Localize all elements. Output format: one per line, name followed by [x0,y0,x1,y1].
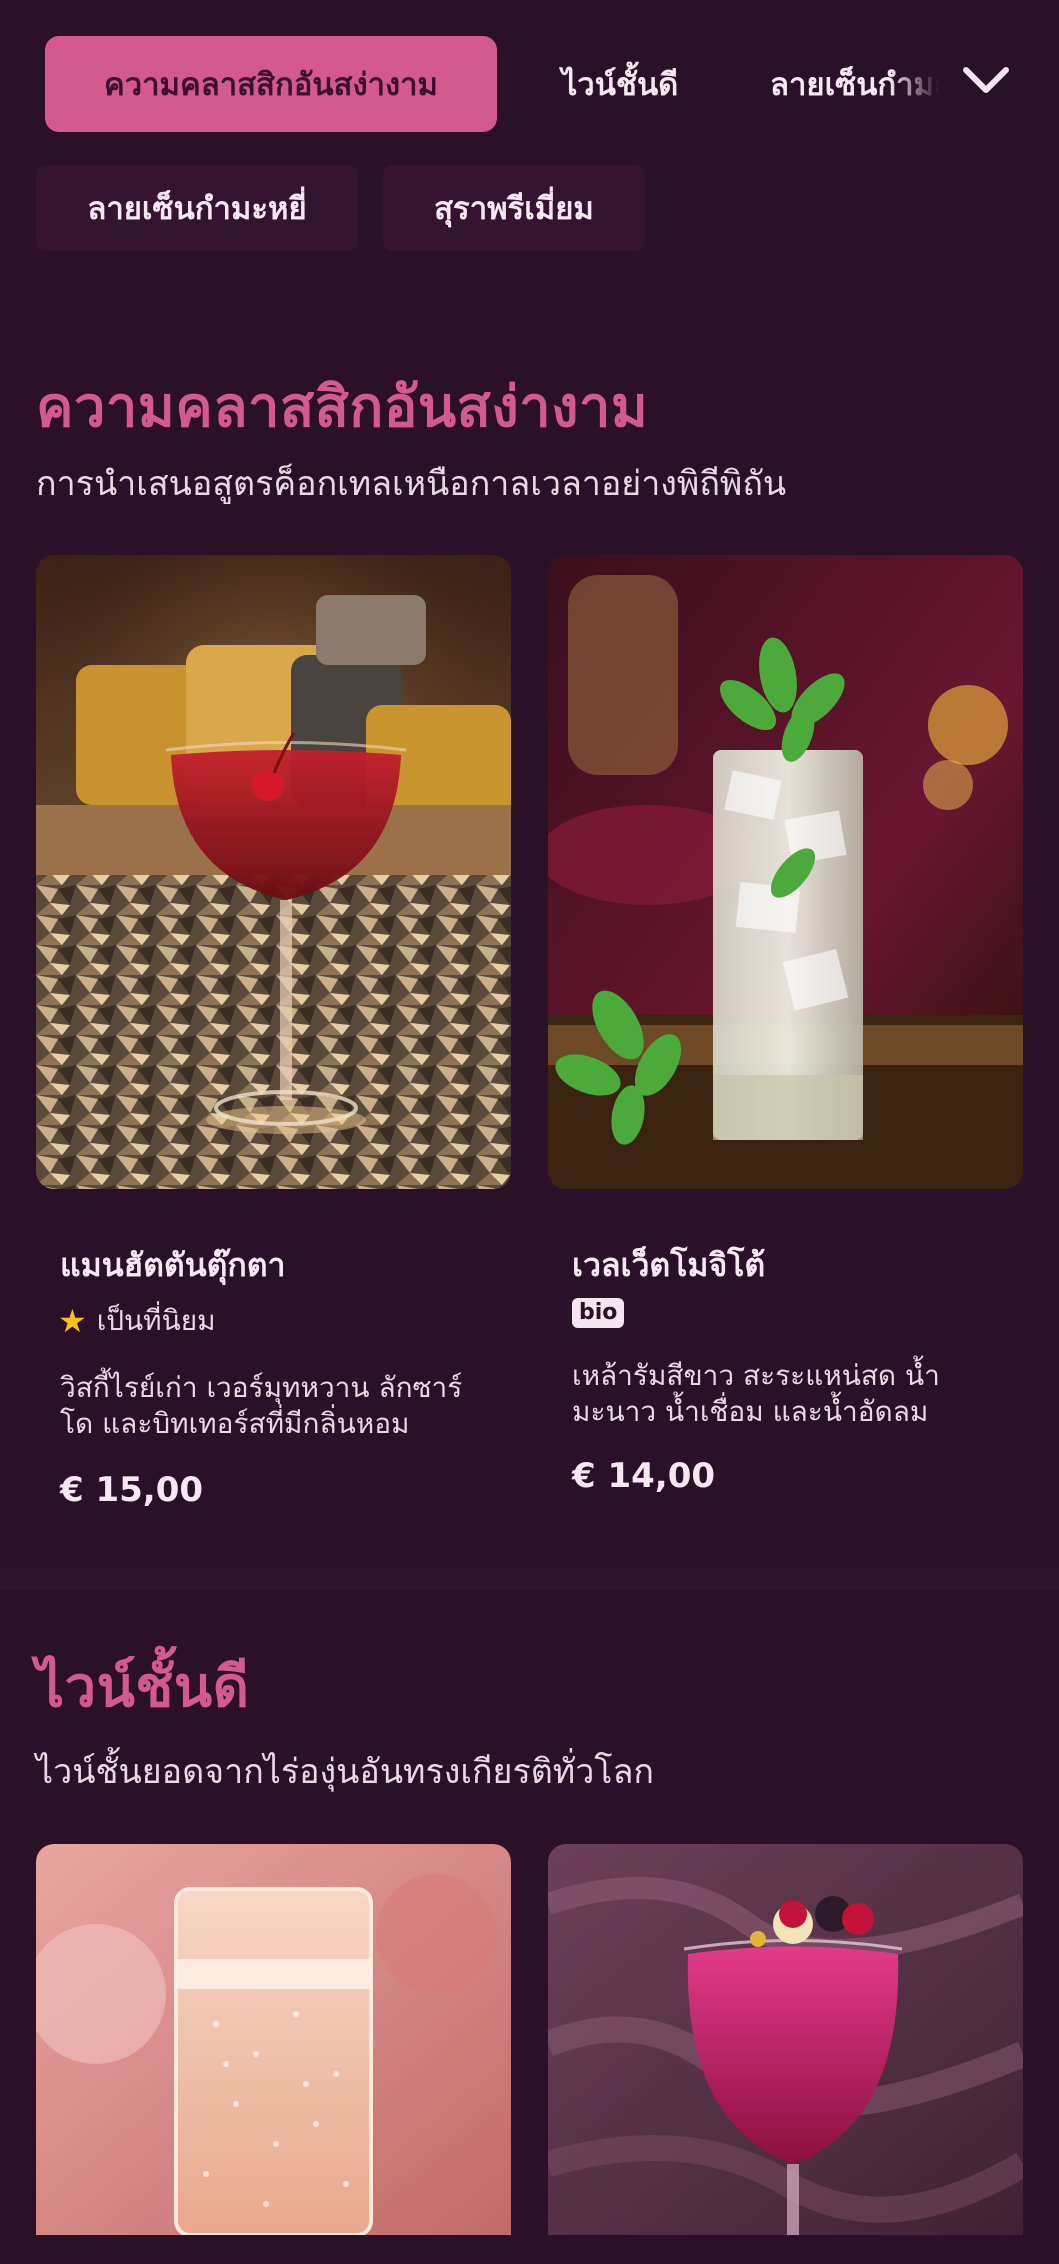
mojito-cocktail-image[interactable] [548,555,1023,1189]
section-subtitle: การนำเสนอสูตรค็อกเทลเหนือกาลเวลาอย่างพิถ… [36,464,787,504]
item-description: วิสกี้ไรย์เก่า เวอร์มุทหวาน ลักซาร์ โด แ… [60,1370,500,1442]
tab-velvet-signature[interactable]: ลายเซ็นกำมะหยี่ [36,165,358,251]
tab-premium-spirits[interactable]: สุราพรีเมี่ยม [383,165,645,251]
section-subtitle: ไวน์ชั้นยอดจากไร่องุ่นอันทรงเกียรติทั่วโ… [36,1752,654,1792]
tab-elegant-classics[interactable]: ความคลาสสิกอันสง่างาม [45,36,497,132]
popular-label: เป็นที่นิยม [96,1304,216,1337]
description-line: มะนาว น้ำเชื่อม และน้ำอัดลม [572,1395,929,1428]
chevron-down-icon[interactable] [960,60,1012,102]
description-line: โด และบิทเทอร์สที่มีกลิ่นหอม [60,1407,410,1440]
manhattan-cocktail-image[interactable] [36,555,511,1189]
item-description: เหล้ารัมสีขาว สะระแหน่สด น้ำ มะนาว น้ำเช… [572,1358,1012,1430]
sparkling-wine-image[interactable] [36,1844,511,2264]
section-divider [0,1568,1059,1590]
popular-badge: ★ เป็นที่นิยม [58,1299,216,1343]
section-title: ไวน์ชั้นดี [36,1655,250,1720]
description-line: เหล้ารัมสีขาว สะระแหน่สด น้ำ [572,1359,940,1392]
item-name[interactable]: แมนฮัตตันตุ๊กตา [60,1240,285,1291]
star-icon: ★ [58,1302,87,1340]
item-price: € 15,00 [60,1470,204,1510]
description-line: วิสกี้ไรย์เก่า เวอร์มุทหวาน ลักซาร์ [60,1371,463,1404]
category-tab-bar: ความคลาสสิกอันสง่างาม ไวน์ชั้นดี ลายเซ็น… [0,0,1059,158]
tab-fine-wines[interactable]: ไวน์ชั้นดี [545,36,695,132]
tab-velvet-signature-partial[interactable]: ลายเซ็นกำมะหยี่ [770,36,940,132]
item-price: € 14,00 [572,1456,716,1496]
bio-badge: bio [572,1298,625,1328]
berry-wine-image[interactable] [548,1844,1023,2264]
section-title: ความคลาสสิกอันสง่างาม [36,375,649,440]
item-name[interactable]: เวลเว็ตโมจิโต้ [572,1240,765,1291]
